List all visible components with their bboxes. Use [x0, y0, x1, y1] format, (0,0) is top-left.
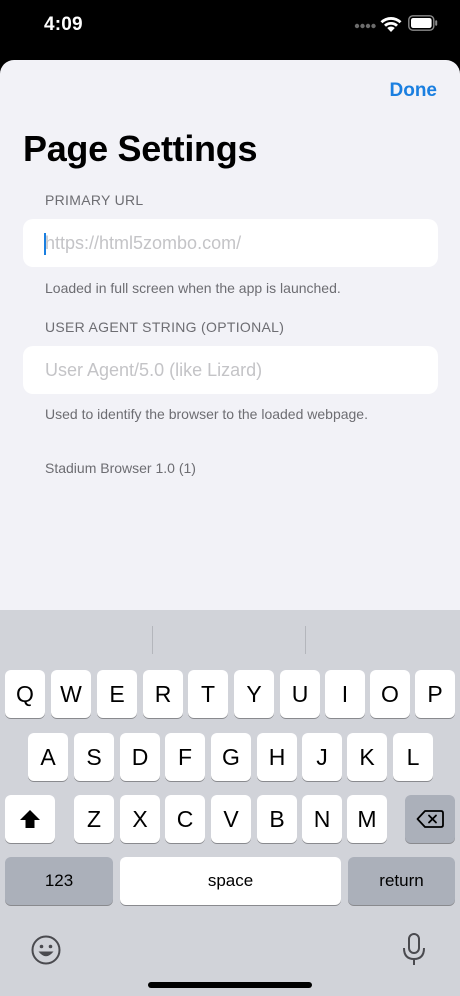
emoji-icon[interactable] [30, 934, 62, 966]
status-bar: 4:09 [0, 0, 460, 56]
primary-url-header: PRIMARY URL [45, 192, 144, 208]
key-t[interactable]: T [188, 670, 228, 718]
key-b[interactable]: B [257, 795, 297, 843]
key-d[interactable]: D [120, 733, 160, 781]
backspace-key[interactable] [405, 795, 455, 843]
key-x[interactable]: X [120, 795, 160, 843]
cellular-dots-icon [354, 23, 376, 29]
home-indicator [148, 982, 312, 988]
user-agent-input[interactable] [45, 346, 425, 394]
key-j[interactable]: J [302, 733, 342, 781]
key-u[interactable]: U [280, 670, 320, 718]
wifi-icon [380, 17, 402, 32]
space-key[interactable]: space [120, 857, 341, 905]
numbers-key[interactable]: 123 [5, 857, 113, 905]
key-q[interactable]: Q [5, 670, 45, 718]
key-p[interactable]: P [415, 670, 455, 718]
page-title: Page Settings [23, 128, 258, 169]
user-agent-header: USER AGENT STRING (OPTIONAL) [45, 319, 285, 335]
primary-url-input[interactable] [45, 219, 425, 267]
key-s[interactable]: S [74, 733, 114, 781]
user-agent-field-container[interactable] [23, 346, 438, 394]
shift-key[interactable] [5, 795, 55, 843]
text-cursor [44, 233, 46, 255]
user-agent-footer: Used to identify the browser to the load… [45, 406, 368, 422]
key-w[interactable]: W [51, 670, 91, 718]
primary-url-field-container[interactable] [23, 219, 438, 267]
key-i[interactable]: I [325, 670, 365, 718]
key-k[interactable]: K [347, 733, 387, 781]
version-label: Stadium Browser 1.0 (1) [45, 460, 196, 476]
done-button[interactable]: Done [390, 80, 438, 102]
key-c[interactable]: C [165, 795, 205, 843]
key-h[interactable]: H [257, 733, 297, 781]
status-time: 4:09 [44, 14, 83, 35]
key-g[interactable]: G [211, 733, 251, 781]
suggestion-divider [152, 626, 153, 654]
battery-icon [408, 15, 438, 31]
keyboard: Q W E R T Y U I O P A S D F G H J K L Z … [0, 610, 460, 996]
key-a[interactable]: A [28, 733, 68, 781]
key-e[interactable]: E [97, 670, 137, 718]
key-v[interactable]: V [211, 795, 251, 843]
key-l[interactable]: L [393, 733, 433, 781]
shift-icon [20, 810, 40, 828]
key-o[interactable]: O [370, 670, 410, 718]
primary-url-footer: Loaded in full screen when the app is la… [45, 280, 341, 296]
backspace-icon [416, 810, 444, 828]
suggestion-divider [305, 626, 306, 654]
key-m[interactable]: M [347, 795, 387, 843]
key-z[interactable]: Z [74, 795, 114, 843]
return-key[interactable]: return [348, 857, 455, 905]
key-f[interactable]: F [165, 733, 205, 781]
key-n[interactable]: N [302, 795, 342, 843]
key-r[interactable]: R [143, 670, 183, 718]
key-y[interactable]: Y [234, 670, 274, 718]
microphone-icon[interactable] [401, 932, 427, 968]
